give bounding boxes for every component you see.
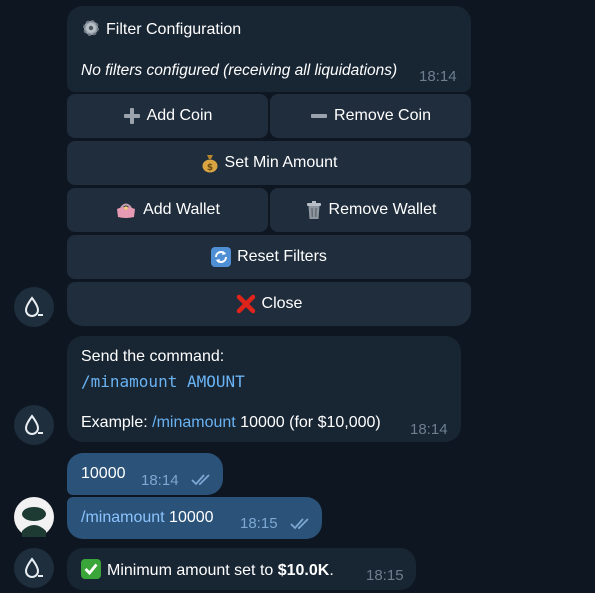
add-coin-button[interactable]: Add Coin (67, 94, 268, 138)
example-line: Example: /minamount 10000 (for $10,000) (81, 414, 381, 432)
example-rest: 10000 (for $10,000) (235, 414, 381, 431)
set-min-amount-button[interactable]: $ Set Min Amount (67, 141, 471, 185)
drop-logo-icon (24, 557, 43, 578)
money-bag-icon: $ (202, 155, 218, 173)
command-argument: 10000 (164, 509, 214, 526)
add-wallet-button[interactable]: Add Wallet (67, 188, 268, 232)
minus-icon (311, 114, 328, 118)
filter-title-row: Filter Configuration (81, 18, 241, 39)
timestamp: 18:14 (141, 472, 179, 489)
trash-icon (306, 201, 321, 219)
timestamp: 18:15 (240, 515, 278, 532)
add-coin-label: Add Coin (146, 107, 213, 124)
close-label: Close (261, 295, 303, 312)
message-text: /minamount 10000 (81, 509, 214, 527)
filter-title: Filter Configuration (106, 21, 242, 38)
example-command-link[interactable]: /minamount (152, 414, 236, 431)
bot-avatar[interactable] (14, 287, 54, 327)
add-wallet-label: Add Wallet (143, 201, 220, 218)
svg-text:$: $ (206, 163, 212, 173)
command-syntax[interactable]: /minamount AMOUNT (81, 372, 245, 391)
confirmation-prefix: Minimum amount set to (107, 562, 278, 579)
command-link[interactable]: /minamount (81, 509, 165, 526)
confirmation-text-row: Minimum amount set to $10.0K. (81, 559, 334, 580)
reset-filters-button[interactable]: Reset Filters (67, 235, 471, 279)
message-text: 10000 (81, 465, 126, 482)
user-avatar[interactable] (14, 497, 54, 537)
plus-icon (123, 108, 140, 124)
refresh-icon (211, 247, 232, 267)
confirmation-amount: $10.0K (277, 562, 330, 579)
confirmation-message: Minimum amount set to $10.0K. 18:15 (67, 548, 416, 590)
outgoing-message: 10000 18:14 (67, 453, 223, 495)
purse-icon (117, 203, 136, 218)
outgoing-message: /minamount 10000 18:15 (67, 497, 322, 539)
confirmation-suffix: . (329, 562, 334, 579)
gear-icon (83, 20, 99, 36)
bot-avatar[interactable] (14, 548, 54, 588)
remove-wallet-label: Remove Wallet (328, 201, 437, 218)
command-instruction-message: Send the command: /minamount AMOUNT Exam… (67, 336, 461, 442)
set-min-amount-label: Set Min Amount (224, 154, 338, 171)
drop-logo-icon (24, 414, 43, 435)
remove-coin-button[interactable]: Remove Coin (270, 94, 471, 138)
reset-filters-label: Reset Filters (237, 248, 327, 265)
user-silhouette-icon (22, 507, 46, 537)
timestamp: 18:14 (419, 68, 457, 85)
double-check-icon (290, 518, 309, 530)
remove-wallet-button[interactable]: Remove Wallet (270, 188, 471, 232)
drop-logo-icon (24, 296, 43, 317)
filter-config-message: Filter Configuration No filters configur… (67, 6, 471, 92)
timestamp: 18:14 (410, 421, 448, 438)
close-button[interactable]: Close (67, 282, 471, 326)
check-mark-icon (81, 559, 101, 579)
double-check-icon (191, 474, 210, 486)
cross-icon (236, 294, 255, 314)
instruction-text: Send the command: (81, 348, 225, 365)
example-prefix: Example: (81, 414, 153, 431)
bot-avatar[interactable] (14, 405, 54, 445)
timestamp: 18:15 (366, 567, 404, 584)
filter-subtitle: No filters configured (receiving all liq… (81, 62, 398, 79)
remove-coin-label: Remove Coin (334, 107, 431, 124)
